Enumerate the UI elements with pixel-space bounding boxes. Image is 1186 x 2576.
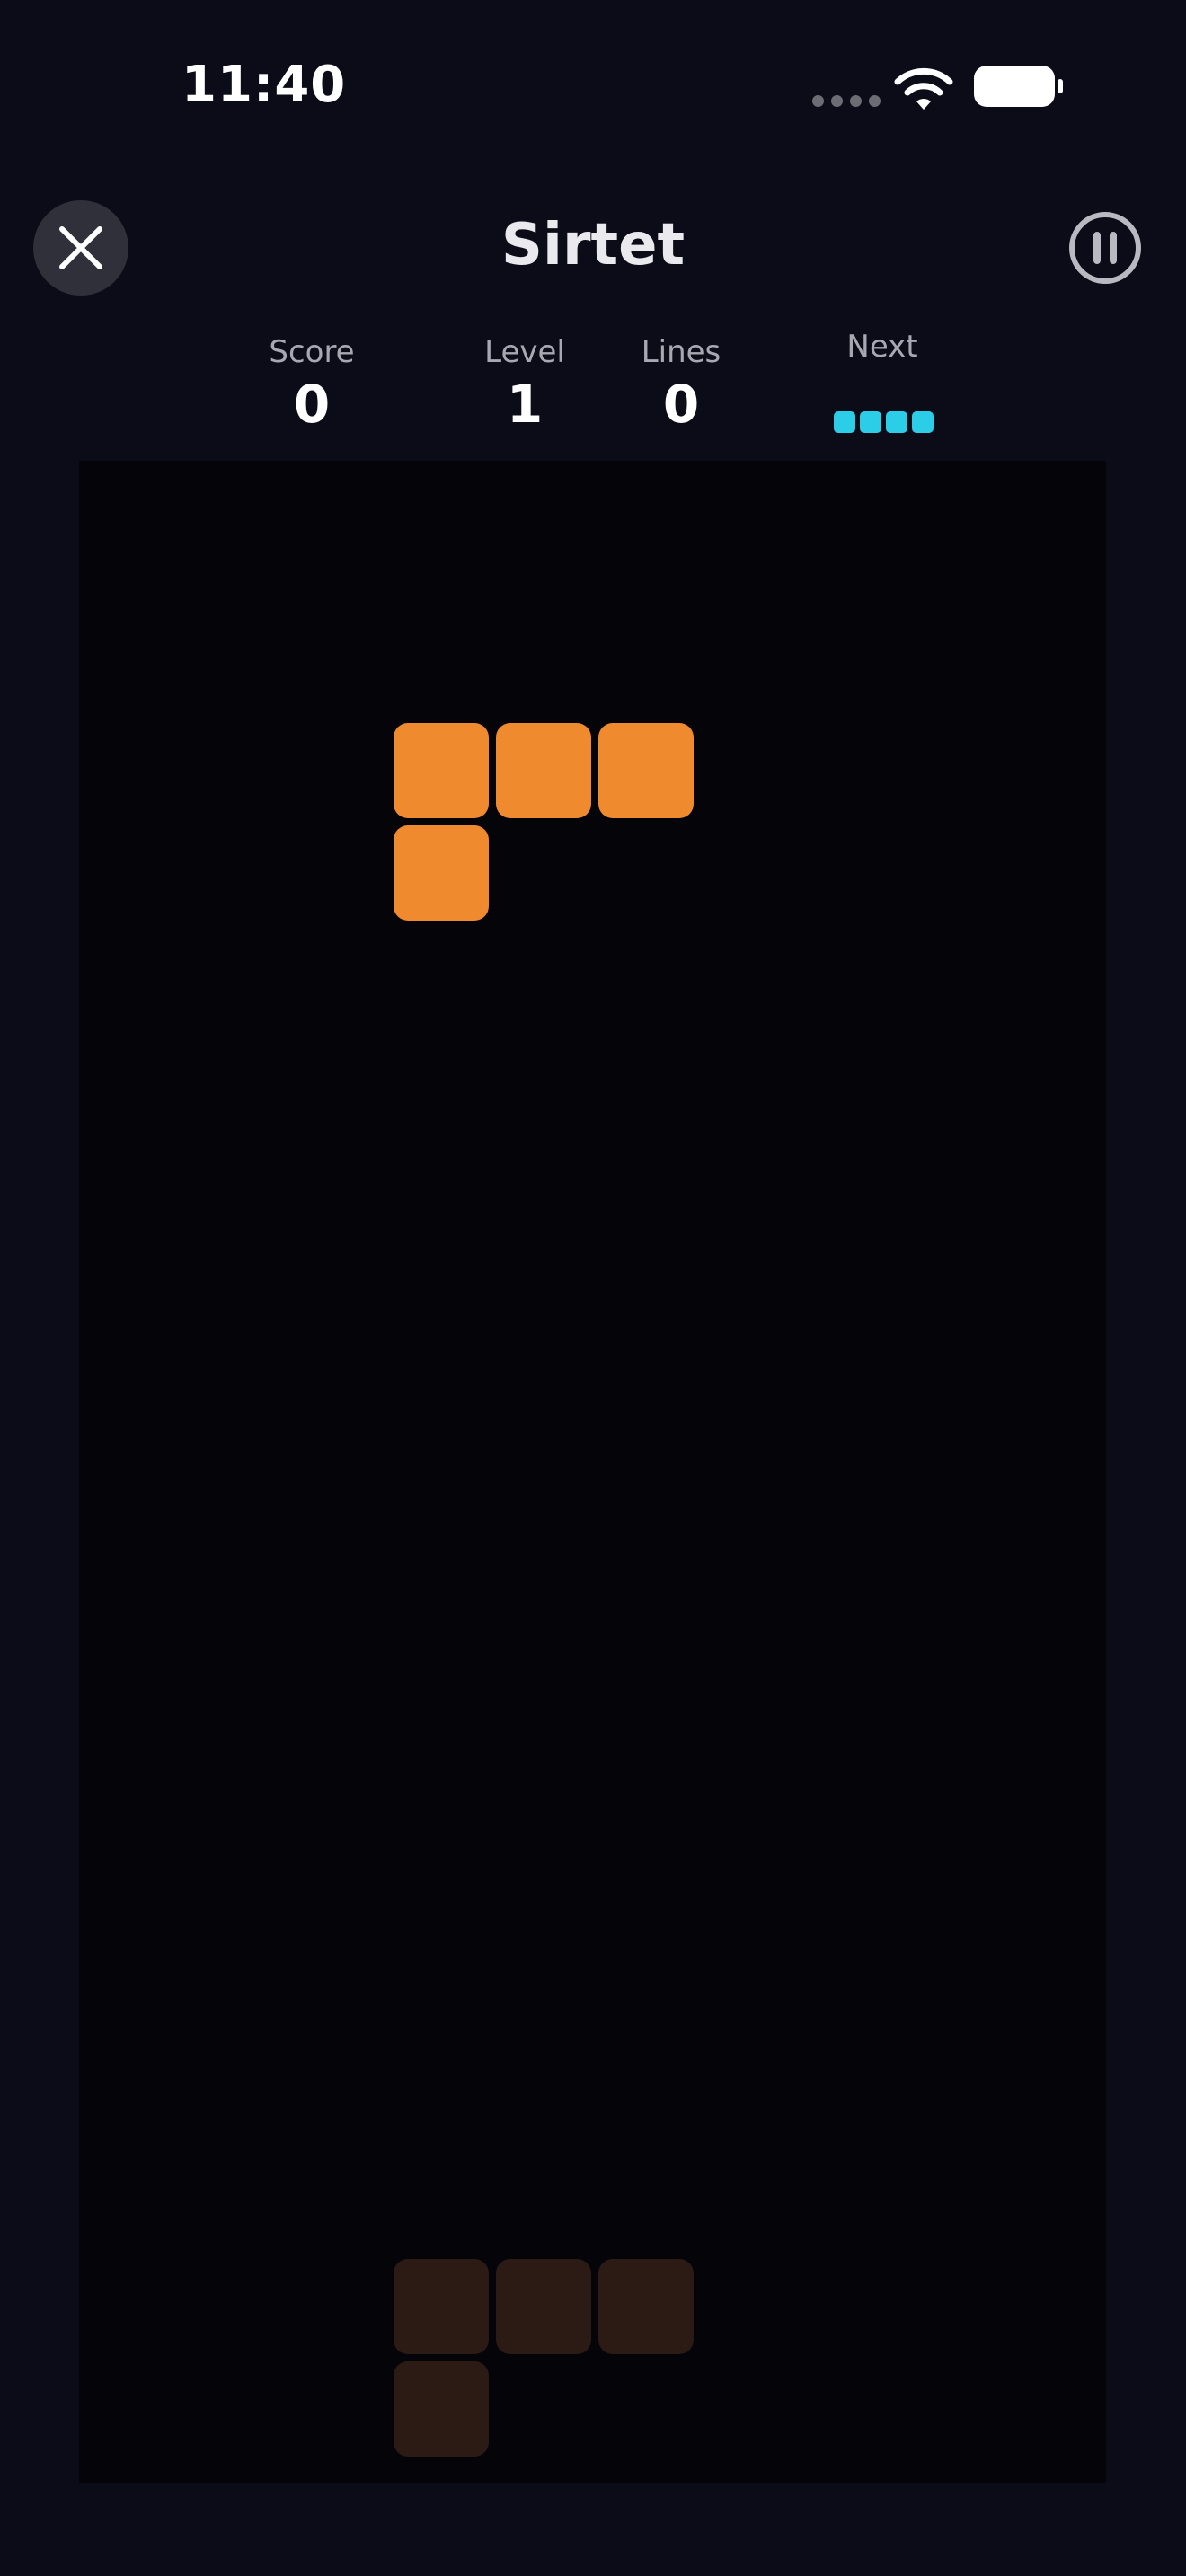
next-piece-cell <box>834 411 855 433</box>
game-board[interactable] <box>79 461 1106 2483</box>
next-preview: Next <box>783 329 981 365</box>
active-piece-cell <box>394 723 489 818</box>
battery-icon <box>974 66 1063 107</box>
ghost-piece-cell <box>394 2361 489 2457</box>
active-piece-cell <box>496 723 591 818</box>
wifi-icon <box>894 67 953 110</box>
status-time: 11:40 <box>181 56 347 114</box>
page-title: Sirtet <box>500 212 686 278</box>
score-stat: Score 0 <box>213 334 411 435</box>
next-label: Next <box>846 329 918 365</box>
next-piece-preview <box>834 411 934 433</box>
signal-icon <box>812 95 881 107</box>
ghost-piece-cell <box>394 2259 489 2354</box>
next-piece-cell <box>886 411 907 433</box>
pause-icon <box>1069 212 1141 284</box>
lines-value: 0 <box>662 374 700 435</box>
score-label: Score <box>269 334 355 370</box>
active-piece-cell <box>394 825 489 921</box>
lines-label: Lines <box>641 334 721 370</box>
ghost-piece-cell <box>598 2259 694 2354</box>
next-piece-cell <box>860 411 881 433</box>
pause-button[interactable] <box>1067 210 1143 286</box>
score-value: 0 <box>293 374 331 435</box>
next-piece-cell <box>912 411 934 433</box>
active-piece-cell <box>598 723 694 818</box>
lines-stat: Lines 0 <box>582 334 780 435</box>
ghost-piece-cell <box>496 2259 591 2354</box>
